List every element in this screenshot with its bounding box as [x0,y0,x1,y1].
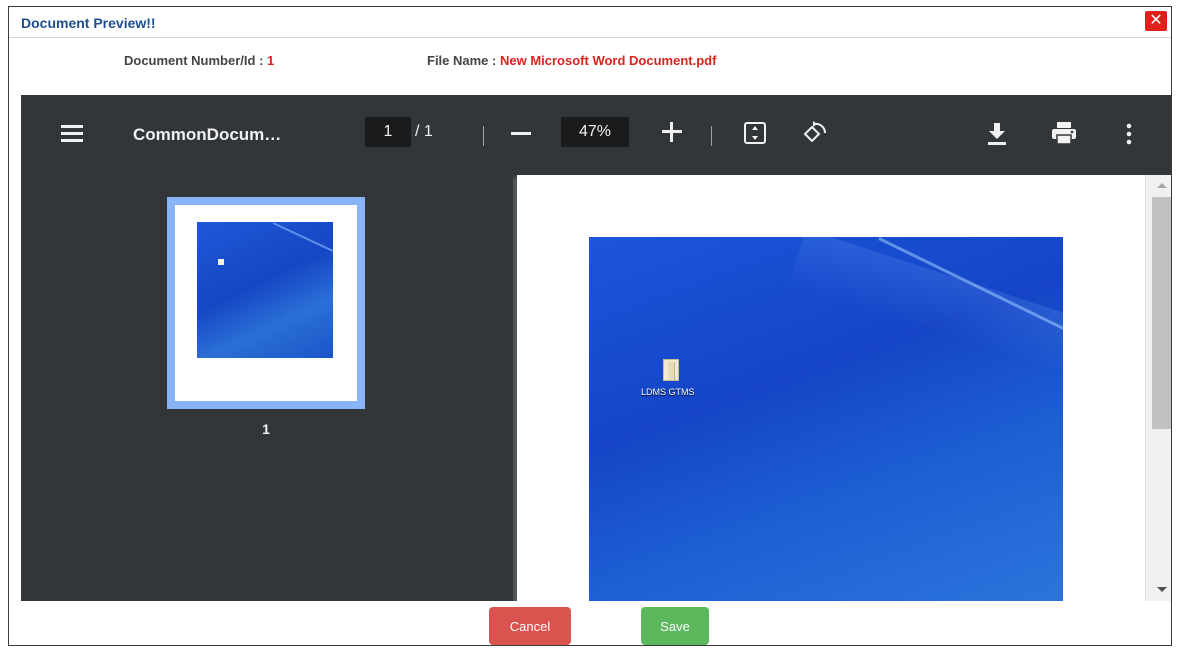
hamburger-menu-icon[interactable] [61,125,85,143]
document-number-separator: : [255,53,268,68]
file-name-value: New Microsoft Word Document.pdf [499,53,717,68]
thumbnail-sidebar: 1 [21,175,513,601]
document-page-area: LDMS GTMS [517,175,1145,601]
file-name-label: File Name [427,53,489,68]
more-vertical-icon[interactable] [1121,121,1137,147]
document-number-value: 1 [267,53,275,68]
thumbnail-image [197,222,333,358]
toolbar-divider [483,126,484,146]
pdf-viewer: CommonDocum… 1 / 1 47% 1 LDMS GTMS [21,95,1171,601]
scroll-down-arrow-icon[interactable] [1157,587,1167,592]
folder-icon [663,359,679,381]
scrollbar-thumb[interactable] [1152,197,1171,429]
document-title: CommonDocum… [133,125,282,144]
vertical-scrollbar[interactable] [1145,175,1171,601]
thumbnail-desktop-icon [218,259,224,265]
toolbar-divider [711,126,712,146]
document-number-label: Document Number/Id [124,53,256,68]
save-button[interactable]: Save [641,607,709,645]
thumbnail-page-number: 1 [262,421,270,437]
rotate-icon[interactable] [801,119,829,147]
desktop-icon-label: LDMS GTMS [641,387,695,397]
zoom-out-button[interactable] [509,121,533,145]
page-number-input[interactable]: 1 [365,117,411,147]
fit-to-page-icon[interactable] [743,121,767,145]
page-image: LDMS GTMS [589,237,1063,601]
file-name-field: File Name : New Microsoft Word Document.… [427,53,716,68]
pdf-toolbar: CommonDocum… 1 / 1 47% [21,95,1171,175]
dialog-titlebar: Document Preview!! ✕ [9,7,1171,37]
page-total: / 1 [415,123,433,140]
close-button[interactable]: ✕ [1145,11,1167,31]
document-preview-dialog: Document Preview!! ✕ Document Number/Id … [8,6,1172,646]
print-icon[interactable] [1051,121,1077,145]
scroll-up-arrow-icon[interactable] [1157,183,1167,188]
document-number-field: Document Number/Id : 1 [124,53,274,68]
dialog-title: Document Preview!! [21,15,156,31]
zoom-level-input[interactable]: 47% [561,117,629,147]
cancel-button[interactable]: Cancel [489,607,571,645]
page-thumbnail[interactable] [167,197,365,409]
zoom-in-button[interactable] [659,119,685,145]
thumbnail-page [175,205,357,401]
download-icon[interactable] [985,121,1009,147]
title-divider [9,37,1171,38]
file-name-separator: : [488,53,500,68]
